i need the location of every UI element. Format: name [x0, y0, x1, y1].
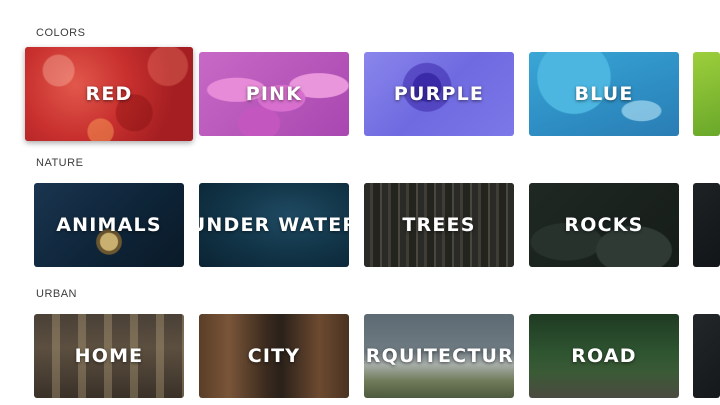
dark-image: [693, 183, 720, 267]
tile-label-purple: PURPLE: [393, 83, 485, 105]
tile-label-under-water: UNDER WATER: [199, 214, 349, 236]
tile-label-pink: PINK: [245, 83, 303, 105]
tile-trees[interactable]: TREES: [364, 183, 514, 267]
tile-purple[interactable]: PURPLE: [364, 52, 514, 136]
section-title-nature: NATURE: [36, 157, 84, 169]
tile-blue[interactable]: BLUE: [529, 52, 679, 136]
tile-partial-urban[interactable]: [693, 314, 720, 398]
tile-pink[interactable]: PINK: [199, 52, 349, 136]
tile-road[interactable]: ROAD: [529, 314, 679, 398]
green-image: [693, 52, 720, 136]
tile-under-water[interactable]: UNDER WATER: [199, 183, 349, 267]
tile-partial-nature[interactable]: [693, 183, 720, 267]
tile-red[interactable]: RED: [25, 47, 193, 141]
section-title-colors: COLORS: [36, 27, 86, 39]
colors-row: RED PINK PURPLE BLUE: [0, 47, 720, 141]
tile-label-rocks: ROCKS: [564, 214, 644, 236]
section-title-urban: URBAN: [36, 288, 78, 300]
tile-label-animals: ANIMALS: [56, 214, 162, 236]
tile-arquitecture[interactable]: ARQUITECTURE: [364, 314, 514, 398]
tile-animals[interactable]: ANIMALS: [34, 183, 184, 267]
tile-label-blue: BLUE: [574, 83, 634, 105]
urban-row: HOME CITY ARQUITECTURE ROAD: [0, 314, 720, 404]
tile-home[interactable]: HOME: [34, 314, 184, 398]
tile-label-arquitecture: ARQUITECTURE: [364, 345, 514, 367]
tile-label-home: HOME: [74, 345, 144, 367]
tile-label-red: RED: [85, 83, 133, 105]
tile-partial-green[interactable]: [693, 52, 720, 136]
tile-city[interactable]: CITY: [199, 314, 349, 398]
nature-row: ANIMALS UNDER WATER TREES ROCKS: [0, 183, 720, 273]
tile-label-trees: TREES: [402, 214, 476, 236]
dark-image: [693, 314, 720, 398]
tile-rocks[interactable]: ROCKS: [529, 183, 679, 267]
tile-label-road: ROAD: [571, 345, 637, 367]
tile-label-city: CITY: [247, 345, 301, 367]
